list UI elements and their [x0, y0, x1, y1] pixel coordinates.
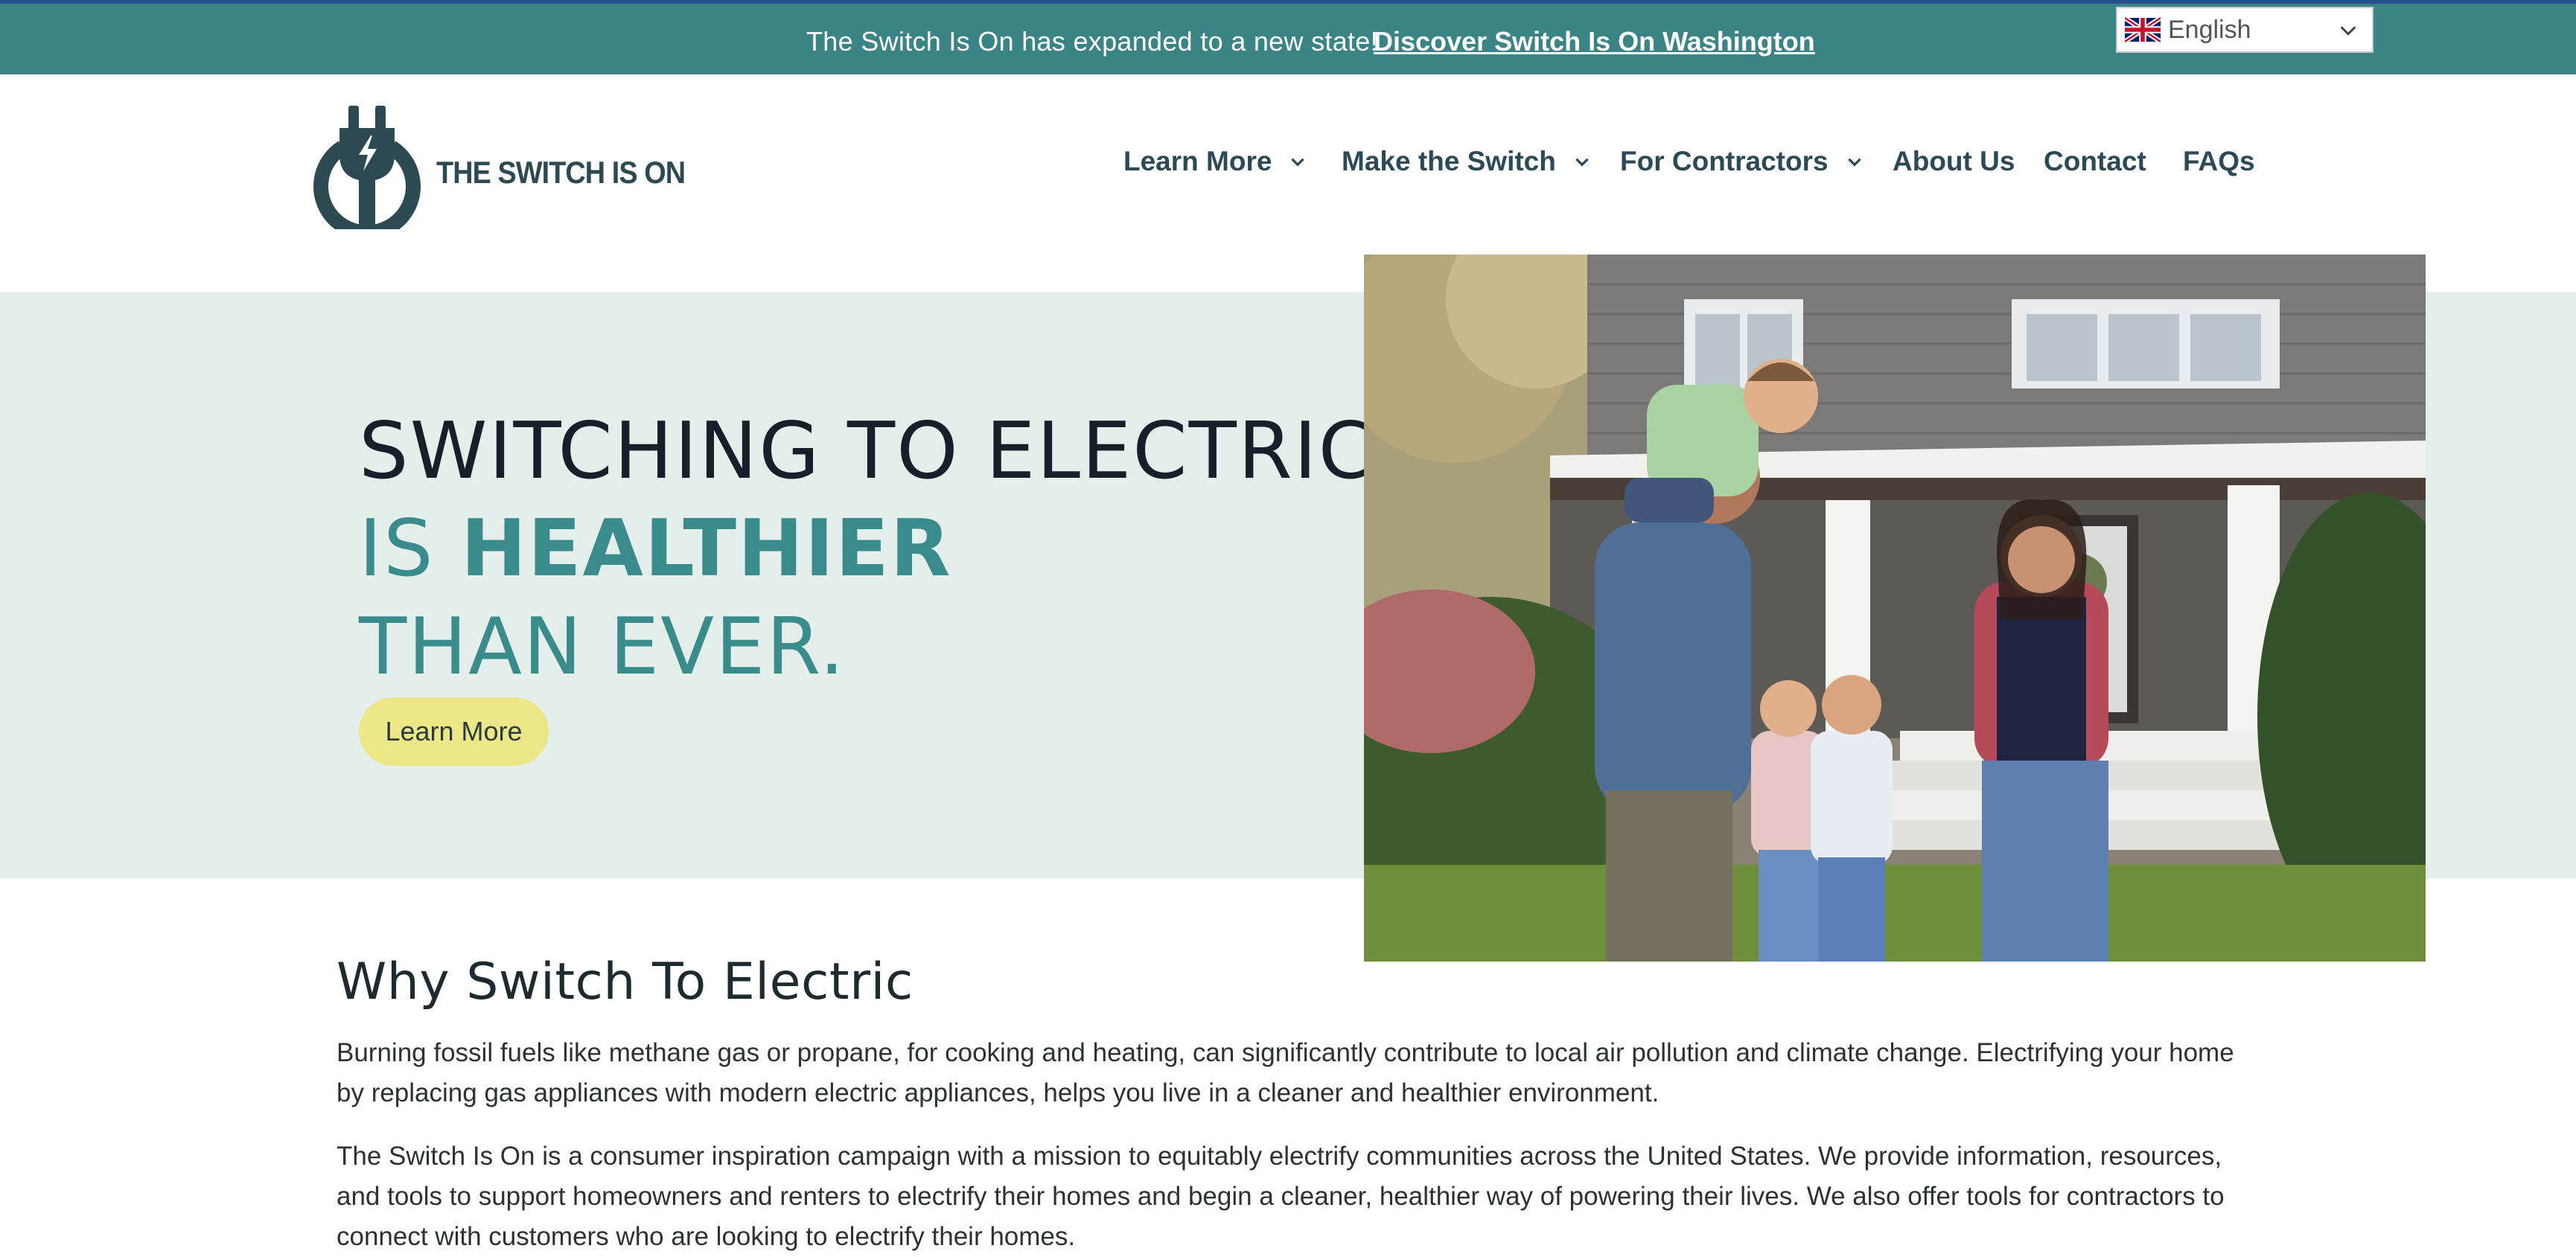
nav-item-label: FAQs [2183, 146, 2255, 176]
section-heading-why-switch: Why Switch To Electric [337, 953, 914, 1011]
nav-item-for-contractors[interactable]: For Contractors [1620, 146, 1864, 177]
nav-item-label: Learn More [1123, 146, 1272, 176]
electric-plug-icon [313, 106, 421, 229]
announcement-message: The Switch Is On has expanded to a new s… [806, 26, 1378, 57]
nav-item-faqs[interactable]: FAQs [2183, 146, 2255, 177]
nav-item-label: Make the Switch [1342, 146, 1556, 176]
nav-item-make-the-switch[interactable]: Make the Switch [1342, 146, 1592, 177]
chevron-down-icon [1847, 158, 1861, 167]
nav-item-label: About Us [1893, 146, 2015, 176]
nav-item-label: Contact [2044, 146, 2146, 176]
nav-item-label: For Contractors [1620, 146, 1829, 176]
hero-headline-line2: IS HEALTHIER [359, 503, 952, 594]
hero-headline-line1: SWITCHING TO ELECTRIC [359, 406, 1374, 496]
hero-headline-line3: THAN EVER. [359, 601, 846, 692]
language-selector[interactable]: English [2116, 7, 2373, 53]
nav-item-contact[interactable]: Contact [2044, 146, 2146, 177]
hero-line2-prefix: IS [359, 503, 461, 594]
nav-item-about-us[interactable]: About Us [1893, 146, 2015, 177]
why-paragraph-1: Burning fossil fuels like methane gas or… [337, 1038, 2234, 1107]
chevron-down-icon [2340, 26, 2356, 36]
hero-line2-strong: HEALTHIER [461, 503, 952, 594]
nav-item-learn-more[interactable]: Learn More [1123, 146, 1307, 177]
chevron-down-icon [1291, 158, 1305, 167]
announcement-bar: The Switch Is On has expanded to a new s… [0, 0, 2576, 74]
chevron-down-icon [1575, 158, 1589, 167]
hero-family-photo [1364, 255, 2426, 962]
site-logo[interactable]: THE SWITCH IS ON [311, 103, 686, 229]
logo-text: THE SWITCH IS ON [436, 155, 686, 190]
language-selected: English [2168, 15, 2251, 44]
learn-more-button[interactable]: Learn More [359, 697, 549, 766]
why-paragraph-2: The Switch Is On is a consumer inspirati… [337, 1142, 2225, 1251]
announcement-link[interactable]: Discover Switch Is On Washington [1374, 26, 1815, 57]
uk-flag-icon [2125, 17, 2161, 42]
